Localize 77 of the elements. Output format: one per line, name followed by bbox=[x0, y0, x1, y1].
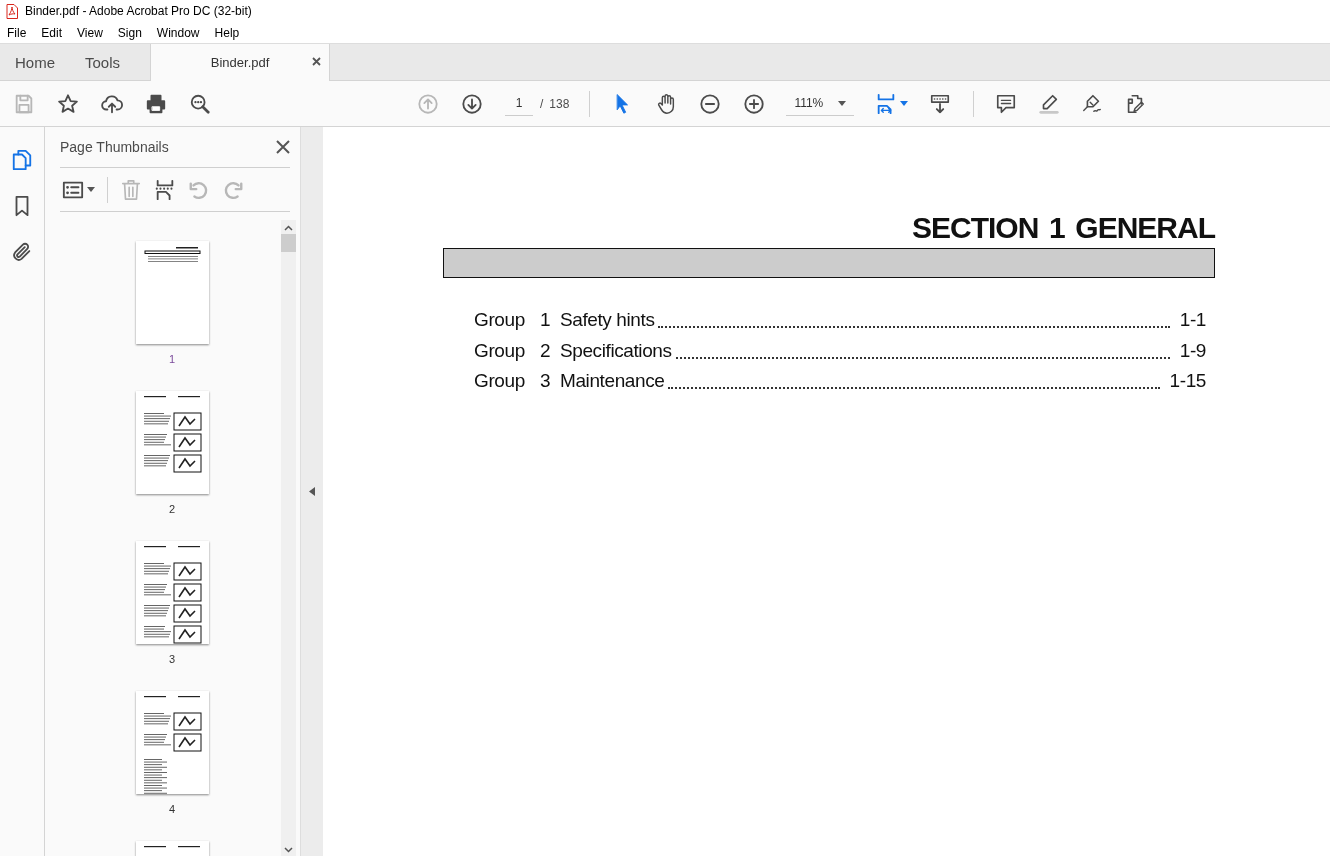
pages-icon bbox=[11, 149, 33, 171]
menu-item[interactable]: View bbox=[77, 25, 103, 40]
scroll-down-icon[interactable] bbox=[284, 847, 293, 853]
thumbnails-button[interactable] bbox=[11, 149, 33, 171]
page-reference: 1-9 bbox=[1179, 339, 1206, 362]
group-title: Safety hints bbox=[560, 309, 655, 331]
group-title: Specifications bbox=[560, 339, 672, 362]
comment-icon bbox=[995, 92, 1018, 115]
window-title: Binder.pdf - Adobe Acrobat Pro DC (32-bit) bbox=[25, 4, 252, 18]
page-number-field[interactable]: 1 bbox=[505, 91, 533, 116]
tray-arrow-icon bbox=[929, 92, 952, 115]
menu-item[interactable]: File bbox=[7, 25, 27, 40]
group-label: Group bbox=[474, 370, 526, 392]
page-thumbnail[interactable] bbox=[135, 691, 209, 794]
highlighter-icon bbox=[1038, 92, 1061, 115]
section-heading: SECTION 1 GENERAL bbox=[910, 211, 1215, 246]
find-button[interactable] bbox=[189, 92, 211, 115]
page-thumbnail[interactable] bbox=[135, 541, 209, 644]
group-title: Maintenance bbox=[560, 370, 665, 392]
page-separator: / bbox=[540, 96, 544, 111]
page-count: 138 bbox=[549, 96, 570, 111]
page-number: 1 bbox=[168, 353, 176, 365]
save-icon bbox=[13, 92, 35, 115]
menu-item[interactable]: Sign bbox=[117, 25, 142, 40]
page-thumbnail[interactable] bbox=[135, 241, 209, 344]
page-reference: 1-15 bbox=[1169, 370, 1206, 392]
nav-tab[interactable]: Home bbox=[0, 44, 70, 80]
zoom-in-button[interactable] bbox=[743, 92, 766, 115]
pen-icon bbox=[1081, 92, 1104, 115]
page-number: 2 bbox=[168, 503, 176, 515]
magnifier-icon bbox=[189, 92, 211, 115]
zoom-out-icon bbox=[699, 92, 722, 115]
star-icon bbox=[57, 92, 79, 115]
caret-icon bbox=[87, 187, 95, 192]
menu-item[interactable]: Window bbox=[156, 25, 200, 40]
group-label: Group bbox=[474, 309, 526, 331]
sign-button[interactable] bbox=[1081, 92, 1104, 115]
zoom-dropdown[interactable]: 111% bbox=[786, 91, 855, 116]
zoom-in-icon bbox=[743, 92, 766, 115]
cloud-upload-icon bbox=[101, 92, 123, 115]
document-tab[interactable]: Binder.pdf bbox=[150, 44, 331, 81]
menu-item[interactable]: Edit bbox=[41, 25, 63, 40]
group-label: Group bbox=[474, 339, 526, 362]
caret-icon bbox=[900, 101, 909, 106]
collapse-arrow-icon[interactable] bbox=[309, 487, 315, 496]
bookmark-button[interactable] bbox=[57, 92, 79, 115]
insert-page-icon bbox=[154, 178, 176, 201]
nav-tab[interactable]: Tools bbox=[70, 44, 136, 80]
page-fit-button[interactable] bbox=[875, 92, 909, 115]
insert-page-button[interactable] bbox=[154, 178, 176, 201]
close-panel-button[interactable] bbox=[276, 140, 290, 154]
pdf-file-icon bbox=[6, 3, 18, 19]
next-page-button[interactable] bbox=[461, 92, 483, 115]
comment-button[interactable] bbox=[995, 92, 1018, 115]
page-number: 3 bbox=[168, 653, 176, 665]
print-button[interactable] bbox=[145, 92, 167, 115]
group-number: 3 bbox=[540, 370, 552, 392]
highlight-button[interactable] bbox=[1038, 92, 1061, 115]
group-number: 1 bbox=[540, 309, 552, 331]
zoom-out-button[interactable] bbox=[699, 92, 722, 115]
caret-icon bbox=[838, 100, 847, 106]
printer-icon bbox=[145, 92, 167, 115]
page-number: 4 bbox=[168, 803, 176, 815]
close-icon bbox=[276, 140, 290, 154]
group-number: 2 bbox=[540, 339, 552, 362]
scroll-mode-button[interactable] bbox=[929, 92, 952, 115]
paperclip-icon bbox=[11, 241, 33, 263]
attachments-button[interactable] bbox=[11, 241, 33, 263]
scroll-up-icon[interactable] bbox=[284, 225, 293, 231]
page-reference: 1-1 bbox=[1179, 309, 1206, 331]
page-thumbnail[interactable] bbox=[135, 391, 209, 494]
panel-title: Page Thumbnails bbox=[60, 139, 169, 155]
menu-item[interactable]: Help bbox=[214, 25, 240, 40]
scrollbar-thumb[interactable] bbox=[281, 234, 296, 252]
upload-button[interactable] bbox=[101, 92, 123, 115]
trash-icon bbox=[120, 178, 142, 201]
close-icon[interactable] bbox=[312, 57, 322, 66]
